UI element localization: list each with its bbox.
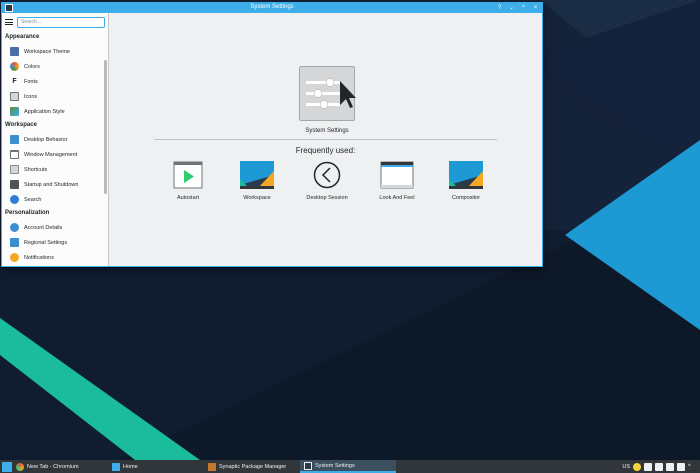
sidebar-item-label: Notifications xyxy=(24,254,54,261)
system-settings-window: System Settings ? ⌄ ^ × Search... Appear… xyxy=(1,2,543,267)
sidebar-item-label: Regional Settings xyxy=(24,239,68,246)
search-input[interactable]: Search... xyxy=(17,16,105,28)
task-chromium[interactable]: New Tab - Chromium xyxy=(12,460,108,473)
sidebar-item-application-style[interactable]: Application Style xyxy=(2,104,108,119)
sidebar-item-label: Desktop Behavior xyxy=(24,136,68,143)
tile-label: Workspace xyxy=(243,195,271,201)
window-management-icon xyxy=(10,150,19,159)
sidebar-item-label: Window Management xyxy=(24,151,78,158)
icons-icon xyxy=(10,92,19,101)
notifications-tray-icon[interactable] xyxy=(677,462,685,471)
taskbar: New Tab - Chromium Home Synaptic Package… xyxy=(0,460,700,473)
sidebar-item-label: Application Style xyxy=(24,108,65,115)
keyboard-layout-indicator[interactable]: US xyxy=(622,464,630,470)
workspace-icon xyxy=(240,161,274,189)
search-icon xyxy=(10,195,19,204)
colors-icon xyxy=(10,62,19,71)
sidebar-scrollbar[interactable] xyxy=(104,60,107,194)
close-button[interactable]: × xyxy=(532,3,539,13)
sidebar-item-label: Startup and Shutdown xyxy=(24,181,79,188)
autostart-icon xyxy=(173,161,203,189)
sidebar-item-label: Fonts xyxy=(24,78,38,85)
window-titlebar[interactable]: System Settings ? ⌄ ^ × xyxy=(2,3,542,13)
synaptic-icon xyxy=(208,462,216,471)
system-tray: US ^ xyxy=(622,462,700,471)
sidebar-item-startup-and-shutdown[interactable]: Startup and Shutdown xyxy=(2,177,108,192)
fonts-icon: F xyxy=(12,78,17,85)
network-icon[interactable] xyxy=(655,462,663,471)
tile-desktop-session[interactable]: Desktop Session xyxy=(292,161,362,201)
application-style-icon xyxy=(10,107,19,116)
help-button[interactable]: ? xyxy=(496,3,503,13)
sidebar-item-label: Search xyxy=(24,196,42,203)
sidebar-item-regional-settings[interactable]: Regional Settings xyxy=(2,235,108,250)
look-and-feel-icon xyxy=(380,161,414,189)
task-home[interactable]: Home xyxy=(108,460,204,473)
frequently-used-heading: Frequently used: xyxy=(295,146,356,155)
sidebar-item-shortcuts[interactable]: Shortcuts xyxy=(2,162,108,177)
tile-label: Desktop Session xyxy=(306,195,348,201)
tile-look-and-feel[interactable]: Look And Feel xyxy=(362,161,432,201)
sidebar-item-label: Shortcuts xyxy=(24,166,48,173)
sidebar-item-label: Account Details xyxy=(24,224,63,231)
sidebar-item-label: Colors xyxy=(24,63,40,70)
desktop-behavior-icon xyxy=(10,135,19,144)
sidebar-item-fonts[interactable]: F Fonts xyxy=(2,74,108,89)
sidebar-item-account-details[interactable]: Account Details xyxy=(2,220,108,235)
divider xyxy=(154,139,497,140)
emoji-icon[interactable] xyxy=(633,462,641,471)
task-label: New Tab - Chromium xyxy=(27,463,79,470)
maximize-button[interactable]: ^ xyxy=(520,3,527,13)
sidebar-item-window-management[interactable]: Window Management xyxy=(2,147,108,162)
task-synaptic[interactable]: Synaptic Package Manager xyxy=(204,460,300,473)
regional-settings-icon xyxy=(10,238,19,247)
system-settings-icon xyxy=(304,461,312,470)
compositor-icon xyxy=(449,161,483,189)
category-appearance: Appearance xyxy=(5,34,40,40)
tile-compositor[interactable]: Compositor xyxy=(431,161,501,201)
shortcuts-icon xyxy=(10,165,19,174)
sidebar-item-notifications[interactable]: Notifications xyxy=(2,250,108,265)
sidebar-item-icons[interactable]: Icons xyxy=(2,89,108,104)
category-workspace: Workspace xyxy=(5,122,37,128)
notifications-icon xyxy=(10,253,19,262)
window-title: System Settings xyxy=(250,4,294,10)
sidebar-item-search[interactable]: Search xyxy=(2,192,108,207)
task-system-settings[interactable]: System Settings xyxy=(300,460,396,473)
sidebar-item-desktop-behavior[interactable]: Desktop Behavior xyxy=(2,132,108,147)
hamburger-menu-icon[interactable] xyxy=(5,19,13,25)
volume-icon[interactable] xyxy=(666,462,674,471)
tile-autostart[interactable]: Autostart xyxy=(153,161,223,201)
main-area: System Settings Frequently used: Autosta… xyxy=(109,13,542,266)
system-settings-hero-icon[interactable] xyxy=(299,66,356,121)
task-label: System Settings xyxy=(315,462,355,469)
sidebar-item-colors[interactable]: Colors xyxy=(2,59,108,74)
tile-label: Autostart xyxy=(176,195,199,201)
sidebar: Search... Appearance Workspace Theme Col… xyxy=(2,13,109,266)
task-label: Home xyxy=(123,463,138,470)
desktop-session-icon xyxy=(312,161,342,189)
expand-tray-icon[interactable]: ^ xyxy=(688,463,696,471)
tile-label: Look And Feel xyxy=(379,195,415,201)
hero-label: System Settings xyxy=(305,128,349,134)
category-personalization: Personalization xyxy=(5,210,50,216)
chromium-icon xyxy=(16,462,24,471)
account-details-icon xyxy=(10,223,19,232)
sidebar-item-label: Workspace Theme xyxy=(24,48,70,55)
tile-label: Compositor xyxy=(451,195,481,201)
application-launcher-icon[interactable] xyxy=(2,461,12,472)
task-label: Synaptic Package Manager xyxy=(219,463,287,470)
tile-workspace[interactable]: Workspace xyxy=(222,161,292,201)
workspace-theme-icon xyxy=(10,47,19,56)
folder-icon xyxy=(112,462,120,471)
minimize-button[interactable]: ⌄ xyxy=(508,3,515,13)
clipboard-icon[interactable] xyxy=(644,462,652,471)
sidebar-item-label: Icons xyxy=(24,93,38,100)
startup-shutdown-icon xyxy=(10,180,19,189)
sidebar-item-workspace-theme[interactable]: Workspace Theme xyxy=(2,44,108,59)
